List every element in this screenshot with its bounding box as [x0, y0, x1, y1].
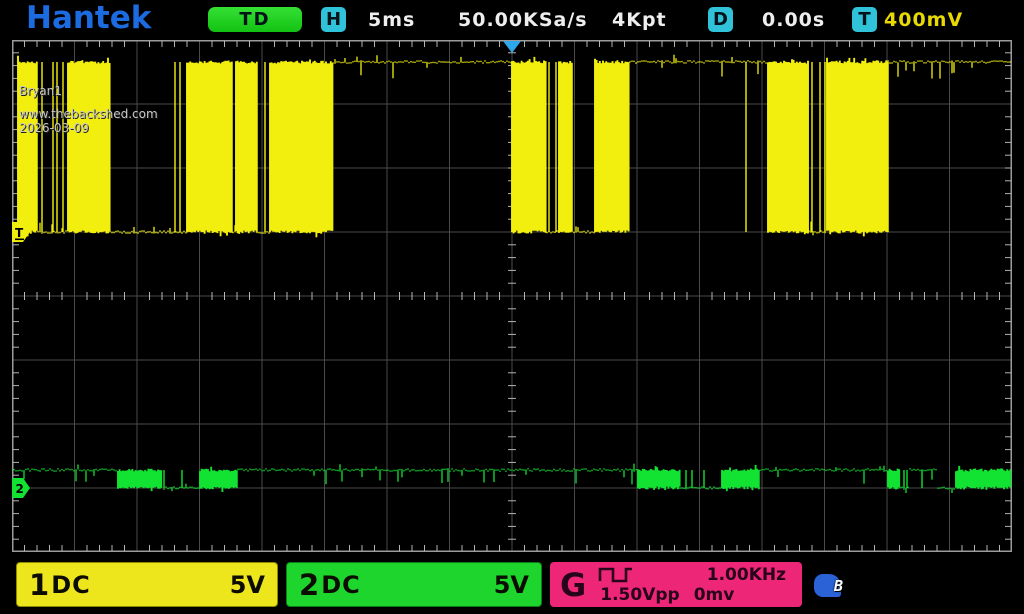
bottom-status-bar: 1 DC 5V 2 DC 5V G 1.00KHz 1.50Vpp 0mv B: [0, 556, 1024, 614]
trigger-level-marker-label: T: [15, 226, 24, 240]
screen-annotation: Bryan1 www.thebackshed.com 2026-03-09: [19, 84, 158, 135]
square-wave-icon: [598, 566, 634, 583]
horizontal-menu-badge[interactable]: H: [321, 7, 346, 32]
usb-storage-indicator: B: [814, 574, 848, 598]
generator-label: G: [560, 566, 586, 604]
annotation-website: www.thebackshed.com: [19, 107, 158, 121]
ch1-scale: 5V: [230, 571, 265, 599]
ch2-position-marker-label: 2: [16, 482, 24, 496]
scope-display: T 2 Bryan1 www.thebackshed.com 2026-03-0…: [12, 40, 1012, 552]
generator-offset: 0mv: [694, 585, 735, 605]
waveform-traces: [12, 55, 1010, 493]
trigger-status-badge[interactable]: TD: [208, 7, 302, 32]
ch1-coupling: DC: [51, 571, 91, 599]
horizontal-offset-value: 0.00s: [762, 9, 825, 31]
ch1-number: 1: [29, 568, 49, 602]
waveform-graticule: T 2: [12, 40, 1012, 552]
generator-frequency: 1.00KHz: [707, 565, 786, 585]
usb-indicator-label: B: [834, 577, 843, 595]
ch2-position-marker[interactable]: 2: [12, 478, 30, 498]
timebase-value: 5ms: [368, 9, 415, 31]
top-status-bar: Hantek TD H 5ms 50.00KSa/s 4Kpt D 0.00s …: [0, 0, 1024, 38]
sample-rate-value: 50.00KSa/s: [458, 9, 588, 31]
trigger-level-value: 400mV: [884, 9, 963, 31]
signal-generator-box[interactable]: G 1.00KHz 1.50Vpp 0mv: [550, 562, 802, 607]
ch2-settings-box[interactable]: 2 DC 5V: [286, 562, 542, 607]
ch2-coupling: DC: [321, 571, 361, 599]
trace-ch2: [12, 464, 1010, 493]
trigger-menu-badge[interactable]: T: [852, 7, 877, 32]
ch2-number: 2: [299, 568, 319, 602]
trace-ch1: [18, 55, 1010, 238]
trigger-position-marker[interactable]: [503, 41, 521, 53]
delay-menu-badge[interactable]: D: [708, 7, 733, 32]
annotation-date: 2026-03-09: [19, 121, 158, 135]
generator-amplitude: 1.50Vpp: [600, 585, 679, 605]
ch1-settings-box[interactable]: 1 DC 5V: [16, 562, 278, 607]
brand-logo: Hantek: [26, 0, 151, 36]
ch2-scale: 5V: [494, 571, 529, 599]
annotation-username: Bryan1: [19, 84, 158, 98]
memory-depth-value: 4Kpt: [612, 9, 667, 31]
